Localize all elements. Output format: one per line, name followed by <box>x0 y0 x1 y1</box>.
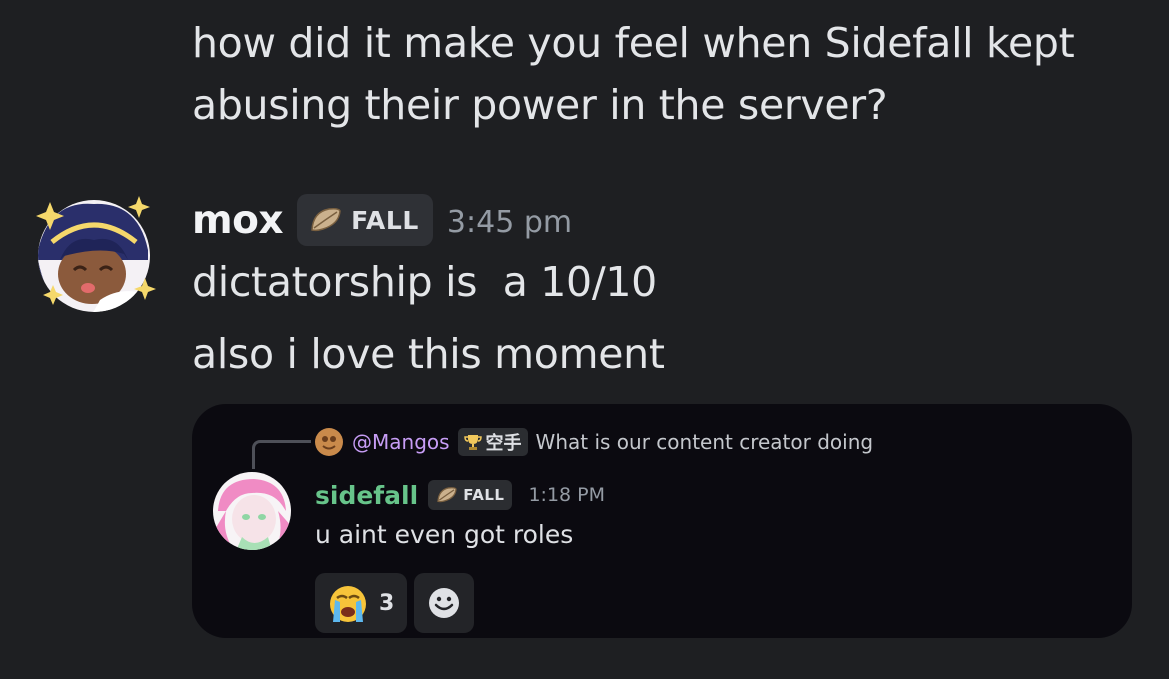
embedded-message-header: sidefall FALL 1:18 PM <box>315 478 605 512</box>
reply-username[interactable]: @Mangos <box>352 430 450 454</box>
message-line-2: also i love this moment <box>192 330 665 378</box>
reply-server-tag[interactable]: 空手 <box>457 428 528 456</box>
previous-message-line-1: how did it make you feel when Sidefall k… <box>192 19 1075 67</box>
chat-view: how did it make you feel when Sidefall k… <box>0 0 1169 679</box>
reply-server-tag-label: 空手 <box>485 433 522 454</box>
embedded-server-tag[interactable]: FALL <box>428 480 513 510</box>
reply-content: What is our content creator doing <box>535 430 874 454</box>
reaction-count: 3 <box>379 590 395 616</box>
message-timestamp[interactable]: 3:45 pm <box>447 205 572 240</box>
embedded-timestamp[interactable]: 1:18 PM <box>528 484 605 506</box>
reply-spine <box>252 440 311 469</box>
previous-message: how did it make you feel when Sidefall k… <box>192 12 1132 136</box>
username-mox[interactable]: mox <box>192 198 284 243</box>
loudly-crying-face-icon <box>330 586 366 622</box>
previous-message-line-2: abusing their power in the server? <box>192 81 888 129</box>
username-sidefall[interactable]: sidefall <box>315 481 418 510</box>
message-header: mox FALL 3:45 pm <box>192 192 572 248</box>
server-tag-label: FALL <box>351 205 419 235</box>
embedded-message-content: u aint even got roles <box>315 520 574 549</box>
server-tag[interactable]: FALL <box>297 194 433 246</box>
trophy-icon <box>463 435 482 450</box>
user-avatar-mox[interactable] <box>30 190 158 318</box>
embedded-server-tag-label: FALL <box>463 486 505 504</box>
add-reaction-button[interactable] <box>414 573 474 633</box>
smiley-add-reaction-icon <box>429 588 459 618</box>
leaf-icon <box>437 487 457 503</box>
reply-preview[interactable]: @Mangos 空手 What is our content creator d… <box>314 426 873 458</box>
reply-avatar <box>315 428 343 456</box>
reaction-crying[interactable]: 3 <box>315 573 407 633</box>
leaf-icon <box>311 208 341 232</box>
message-line-1: dictatorship is a 10/10 <box>192 258 657 306</box>
user-avatar-sidefall[interactable] <box>212 471 292 551</box>
